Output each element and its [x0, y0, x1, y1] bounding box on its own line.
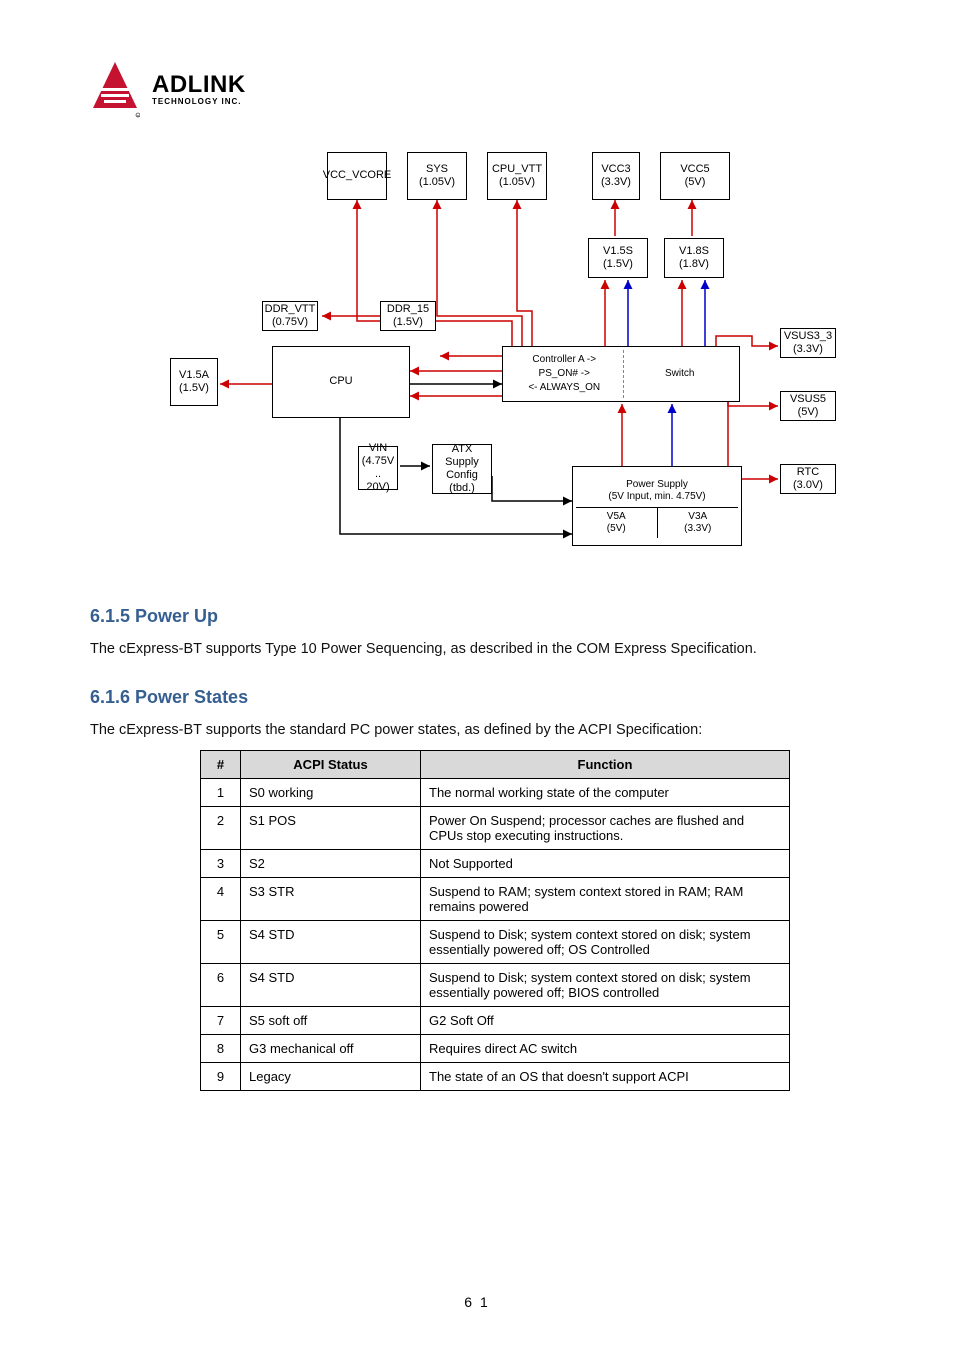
- cell-num: 5: [201, 921, 241, 964]
- cell-status: S1 POS: [241, 807, 421, 850]
- cell-num: 6: [201, 964, 241, 1007]
- table-row: 6S4 STDSuspend to Disk; system context s…: [201, 964, 790, 1007]
- table-row: 4S3 STRSuspend to RAM; system context st…: [201, 878, 790, 921]
- cell-status: S0 working: [241, 779, 421, 807]
- cell-status: Legacy: [241, 1063, 421, 1091]
- table-row: 7S5 soft offG2 Soft Off: [201, 1007, 790, 1035]
- box-v18s: V1.8S(1.8V): [664, 238, 724, 278]
- text-powerstates: The cExpress-BT supports the standard PC…: [90, 722, 864, 738]
- cell-func: G2 Soft Off: [421, 1007, 790, 1035]
- box-v15s: V1.5S(1.5V): [588, 238, 648, 278]
- box-psu: Power Supply(5V Input, min. 4.75V) V5A(5…: [572, 466, 742, 546]
- cell-num: 8: [201, 1035, 241, 1063]
- cell-status: S2: [241, 850, 421, 878]
- cell-func: Not Supported: [421, 850, 790, 878]
- cell-status: S3 STR: [241, 878, 421, 921]
- table-row: 9LegacyThe state of an OS that doesn't s…: [201, 1063, 790, 1091]
- text-powerup: The cExpress-BT supports Type 10 Power S…: [90, 641, 864, 657]
- box-ddr15: DDR_15(1.5V): [380, 301, 436, 331]
- logo-name: ADLINK: [152, 73, 246, 97]
- cell-status: S5 soft off: [241, 1007, 421, 1035]
- box-soc: V1.5A(1.5V): [170, 358, 218, 406]
- heading-powerstates: 6.1.6 Power States: [90, 687, 864, 708]
- page-number: 6 1: [0, 1294, 954, 1310]
- heading-powerup: 6.1.5 Power Up: [90, 606, 864, 627]
- logo: R ADLINK TECHNOLOGY INC.: [90, 60, 864, 118]
- cell-func: Suspend to RAM; system context stored in…: [421, 878, 790, 921]
- cell-status: S4 STD: [241, 921, 421, 964]
- cell-func: Requires direct AC switch: [421, 1035, 790, 1063]
- table-row: 2S1 POSPower On Suspend; processor cache…: [201, 807, 790, 850]
- box-vcc3: VCC3(3.3V): [592, 152, 640, 200]
- section-powerup: 6.1.5 Power Up The cExpress-BT supports …: [90, 606, 864, 657]
- cell-num: 1: [201, 779, 241, 807]
- table-row: 8G3 mechanical offRequires direct AC swi…: [201, 1035, 790, 1063]
- cell-func: Suspend to Disk; system context stored o…: [421, 921, 790, 964]
- logo-mark: R: [90, 60, 140, 118]
- power-states-table: # ACPI Status Function 1S0 workingThe no…: [200, 750, 790, 1091]
- table-header-row: # ACPI Status Function: [201, 751, 790, 779]
- table-row: 3S2Not Supported: [201, 850, 790, 878]
- box-vsus33: VSUS3_3(3.3V): [780, 328, 836, 358]
- cell-func: The normal working state of the computer: [421, 779, 790, 807]
- box-ctrl: Controller A -> PS_ON# -> <- ALWAYS_ON S…: [502, 346, 740, 402]
- svg-text:R: R: [137, 115, 139, 118]
- cell-num: 2: [201, 807, 241, 850]
- cell-num: 4: [201, 878, 241, 921]
- cell-func: Power On Suspend; processor caches are f…: [421, 807, 790, 850]
- block-diagram: VCC_VCORE SYS(1.05V) CPU_VTT(1.05V) VCC3…: [152, 146, 802, 566]
- th-func: Function: [421, 751, 790, 779]
- box-vcore: VCC_VCORE: [327, 152, 387, 200]
- box-sys: SYS(1.05V): [407, 152, 467, 200]
- box-atx: ATXSupplyConfig(tbd.): [432, 444, 492, 494]
- box-ddrvtt: DDR_VTT(0.75V): [262, 301, 318, 331]
- cell-status: S4 STD: [241, 964, 421, 1007]
- cell-num: 9: [201, 1063, 241, 1091]
- cell-func: Suspend to Disk; system context stored o…: [421, 964, 790, 1007]
- box-cpuvtt: CPU_VTT(1.05V): [487, 152, 547, 200]
- logo-sub: TECHNOLOGY INC.: [152, 97, 246, 106]
- box-vsus5: VSUS5(5V): [780, 391, 836, 421]
- cell-num: 3: [201, 850, 241, 878]
- table-row: 5S4 STDSuspend to Disk; system context s…: [201, 921, 790, 964]
- box-cpu: CPU: [272, 346, 410, 418]
- cell-status: G3 mechanical off: [241, 1035, 421, 1063]
- box-vin: VIN(4.75V ..20V): [358, 446, 398, 490]
- th-num: #: [201, 751, 241, 779]
- cell-func: The state of an OS that doesn't support …: [421, 1063, 790, 1091]
- logo-text-wrap: ADLINK TECHNOLOGY INC.: [152, 73, 246, 106]
- box-vcc5: VCC5(5V): [660, 152, 730, 200]
- section-powerstates: 6.1.6 Power States The cExpress-BT suppo…: [90, 687, 864, 1091]
- table-row: 1S0 workingThe normal working state of t…: [201, 779, 790, 807]
- box-rtc: RTC(3.0V): [780, 464, 836, 494]
- cell-num: 7: [201, 1007, 241, 1035]
- th-status: ACPI Status: [241, 751, 421, 779]
